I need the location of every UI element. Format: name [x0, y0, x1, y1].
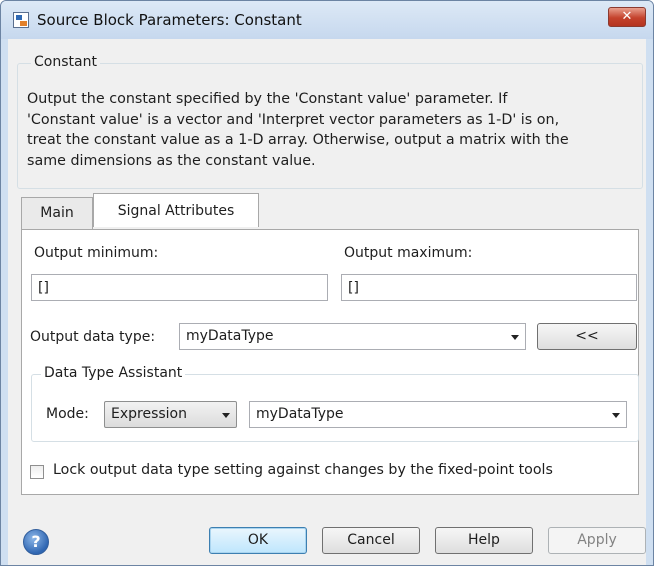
output-data-type-label: Output data type: — [30, 329, 156, 345]
chevron-down-icon — [511, 335, 519, 340]
description-line: 'Constant value' is a vector and 'Interp… — [27, 111, 560, 128]
data-type-assistant-toggle-button[interactable]: << — [537, 323, 637, 350]
tab-signal-attributes[interactable]: Signal Attributes — [93, 193, 259, 227]
tab-main[interactable]: Main — [21, 197, 93, 229]
lock-data-type-label[interactable]: Lock output data type setting against ch… — [53, 462, 553, 478]
description-line: treat the constant value as a 1-D array.… — [27, 132, 569, 149]
dialog-window: Source Block Parameters: Constant ✕ Cons… — [0, 0, 654, 566]
window-title: Source Block Parameters: Constant — [37, 11, 302, 29]
mode-select-value: Expression — [111, 406, 187, 422]
help-question-icon[interactable]: ? — [23, 529, 49, 555]
close-button[interactable]: ✕ — [608, 7, 646, 27]
help-button[interactable]: Help — [435, 527, 533, 554]
output-data-type-value: myDataType — [186, 328, 274, 344]
output-data-type-combo[interactable]: myDataType — [179, 323, 526, 350]
block-description-title: Constant — [31, 54, 100, 70]
mode-label: Mode: — [46, 406, 89, 422]
data-type-expression-combo[interactable]: myDataType — [249, 401, 627, 428]
output-maximum-field[interactable] — [341, 274, 637, 301]
block-description-text: Output the constant specified by the 'Co… — [27, 89, 635, 171]
data-type-expression-value: myDataType — [256, 406, 344, 422]
description-line: Output the constant specified by the 'Co… — [27, 91, 508, 107]
chevron-down-icon — [612, 413, 620, 418]
signal-attributes-panel — [21, 229, 639, 495]
mode-select[interactable]: Expression — [104, 401, 237, 428]
data-type-assistant-title: Data Type Assistant — [41, 365, 186, 381]
lock-data-type-checkbox[interactable] — [30, 465, 44, 479]
chevron-down-icon — [222, 413, 230, 418]
title-bar[interactable]: Source Block Parameters: Constant ✕ — [1, 1, 653, 39]
simulink-block-icon — [13, 12, 29, 28]
apply-button[interactable]: Apply — [548, 527, 646, 554]
description-line: same dimensions as the constant value. — [27, 152, 316, 169]
output-minimum-field[interactable] — [31, 274, 328, 301]
output-minimum-label: Output minimum: — [34, 245, 159, 261]
ok-button[interactable]: OK — [209, 527, 307, 554]
output-maximum-label: Output maximum: — [344, 245, 473, 261]
cancel-button[interactable]: Cancel — [322, 527, 420, 554]
